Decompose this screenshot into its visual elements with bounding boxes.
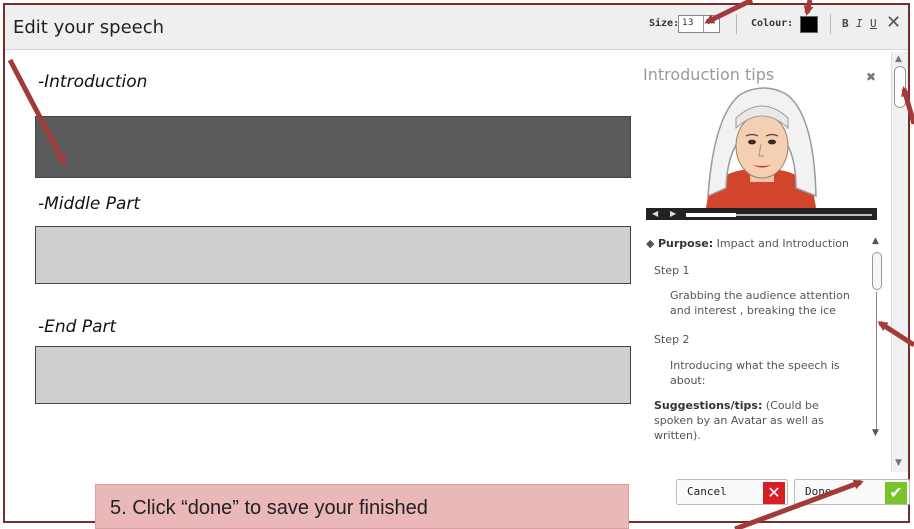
suggest-label: Suggestions/tips: (654, 399, 763, 412)
avatar-video[interactable] (646, 84, 877, 208)
scroll-down-icon[interactable]: ▼ (872, 428, 879, 438)
section-label-end: -End Part (38, 317, 117, 337)
tips-close-icon[interactable]: ✖ (866, 70, 876, 84)
italic-button[interactable]: I (856, 17, 863, 30)
suggest-text-3: written). (654, 429, 701, 442)
video-progress (686, 213, 736, 217)
step2-label: Step 2 (654, 333, 690, 346)
purpose-text: Impact and Introduction (716, 237, 849, 250)
cancel-label: Cancel (687, 485, 727, 498)
bullet-icon: ◆ (646, 237, 658, 250)
done-label: Done (805, 485, 832, 498)
middle-text-area[interactable] (35, 226, 631, 284)
colour-picker[interactable] (800, 16, 818, 33)
video-controls[interactable]: ◀ ▶ (646, 208, 877, 220)
avatar-image (646, 84, 877, 208)
section-label-middle: -Middle Part (38, 194, 141, 214)
dialog-scroll-thumb[interactable] (894, 66, 906, 108)
callout-text: 5. Click “done” to save your finished (110, 497, 428, 519)
scroll-down-icon[interactable]: ▼ (895, 458, 902, 468)
dialog-title: Edit your speech (13, 17, 165, 38)
font-size-value: 13 (682, 18, 694, 28)
section-label-introduction: -Introduction (38, 72, 148, 92)
introduction-text-area[interactable] (35, 116, 631, 178)
tips-title: Introduction tips (643, 65, 775, 84)
cancel-x-icon: ✕ (763, 482, 785, 504)
instruction-callout: 5. Click “done” to save your finished (95, 484, 629, 529)
scroll-up-icon[interactable]: ▲ (872, 236, 879, 246)
step1-label: Step 1 (654, 264, 690, 277)
suggest-text-2: spoken by an Avatar as well as (654, 414, 824, 427)
cancel-button[interactable]: Cancel ✕ (676, 479, 788, 505)
step2-text-2: about: (670, 374, 706, 387)
toolbar-divider (736, 14, 737, 34)
bold-button[interactable]: B (842, 17, 849, 30)
tips-content: ◆ Purpose: Impact and Introduction Step … (646, 232, 884, 452)
close-icon[interactable]: ✕ (886, 12, 901, 33)
size-label: Size: (649, 18, 680, 29)
suggest-text-1: (Could be (765, 399, 819, 412)
suggest-row-1: Suggestions/tips: (Could be (654, 398, 819, 413)
step1-text-2: and interest , breaking the ice (670, 304, 836, 317)
purpose-label: Purpose: (657, 237, 714, 250)
tips-scroll-thumb[interactable] (872, 252, 882, 290)
play-icon[interactable]: ▶ (670, 210, 678, 218)
step1-text-1: Grabbing the audience attention (670, 289, 850, 302)
step2-text-1: Introducing what the speech is (670, 359, 840, 372)
dialog-scrollbar[interactable]: ▲ ▼ (891, 52, 908, 472)
end-text-area[interactable] (35, 346, 631, 404)
done-check-icon: ✔ (885, 482, 907, 504)
tips-scroll-track (876, 292, 877, 432)
underline-button[interactable]: U (870, 17, 877, 30)
font-size-input[interactable]: 13 (678, 15, 720, 33)
size-divider (703, 16, 704, 32)
purpose-row: ◆ Purpose: Impact and Introduction (646, 236, 849, 251)
scroll-up-icon[interactable]: ▲ (895, 54, 902, 64)
rewind-icon[interactable]: ◀ (652, 210, 660, 218)
toolbar-divider (830, 14, 831, 34)
colour-label: Colour: (751, 18, 794, 29)
done-button[interactable]: Done ✔ (794, 479, 910, 505)
tips-scrollbar[interactable]: ▲ ▼ (870, 236, 884, 444)
